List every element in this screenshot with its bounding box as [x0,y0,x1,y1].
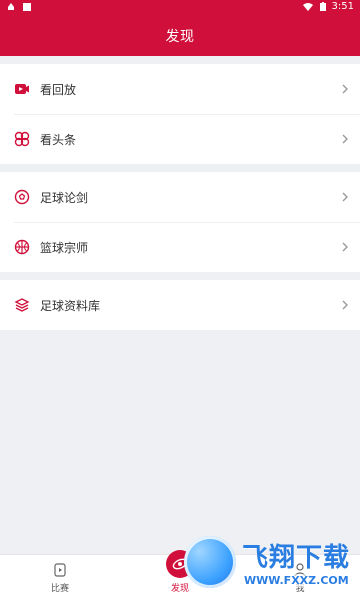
square-icon [23,3,31,11]
menu-item-football-talk[interactable]: 足球论剑 [0,172,360,222]
menu-item-label: 看头条 [40,132,77,147]
menu-item-label: 足球资料库 [40,298,101,313]
battery-icon [319,1,326,11]
status-bar: 3:51 [0,0,360,16]
menu-item-headlines[interactable]: 看头条 [0,114,360,164]
menu-item-label: 看回放 [40,82,77,97]
menu-item-replay[interactable]: 看回放 [0,64,360,114]
tab-label: 比赛 [50,584,69,594]
watermark: 飞翔下载 WWW.FXXZ.COM [184,530,354,594]
watermark-url: WWW.FXXZ.COM [242,574,351,587]
chevron-right-icon [342,192,348,202]
menu-item-basketball-master[interactable]: 篮球宗师 [0,222,360,272]
clover-icon [14,131,30,147]
match-icon [54,563,66,577]
wifi-icon [302,2,313,11]
status-time: 3:51 [331,1,354,12]
menu-group-2: 足球论剑 篮球宗师 [0,172,360,272]
watermark-text: 飞翔下载 WWW.FXXZ.COM [242,537,351,587]
basketball-icon [14,239,30,255]
chevron-right-icon [342,242,348,252]
page-title: 发现 [165,29,195,45]
menu-item-label: 足球论剑 [40,190,89,205]
notification-icon [8,3,14,10]
menu-item-label: 篮球宗师 [40,240,89,255]
football-icon [14,189,30,205]
menu-group-1: 看回放 看头条 [0,64,360,164]
layers-icon [14,297,30,313]
watermark-logo-icon [184,536,236,588]
chevron-right-icon [342,300,348,310]
watermark-title: 飞翔下载 [242,543,351,573]
app-header: 发现 [0,16,360,56]
chevron-right-icon [342,84,348,94]
video-play-icon [14,81,30,97]
chevron-right-icon [342,134,348,144]
discover-content: 看回放 看头条 足球论剑 篮球宗师 足球资料库 [0,56,360,555]
menu-item-football-database[interactable]: 足球资料库 [0,280,360,330]
tab-match[interactable]: 比赛 [0,562,120,600]
menu-group-3: 足球资料库 [0,280,360,330]
